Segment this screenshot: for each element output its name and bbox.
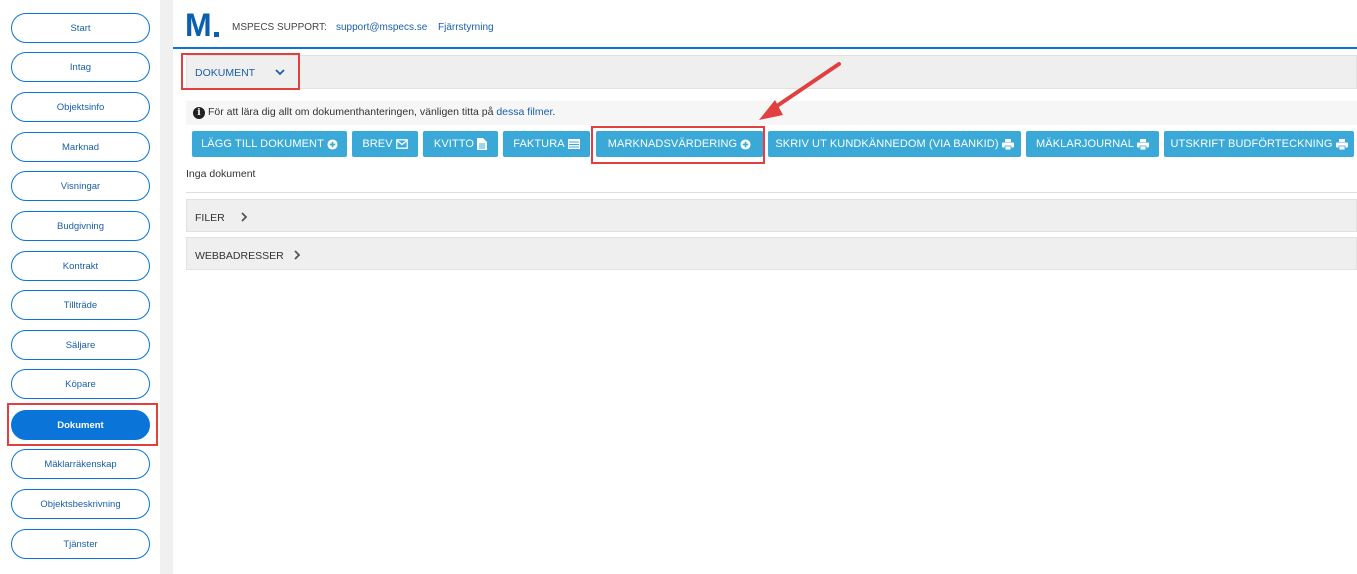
sidebar-item-budgivning[interactable]: Budgivning	[11, 211, 150, 241]
info-end: .	[552, 106, 556, 118]
highlight-box-dokument-nav	[7, 403, 158, 446]
invoice-icon	[567, 139, 580, 149]
support-email-link[interactable]: support@mspecs.se	[336, 22, 427, 33]
print-icon	[1335, 138, 1348, 150]
sidebar-item-intag[interactable]: Intag	[11, 52, 150, 82]
svg-text:M: M	[185, 8, 212, 40]
highlight-box-documents-header	[181, 53, 300, 90]
print-icon	[1001, 138, 1014, 150]
mspecs-logo: M	[184, 8, 222, 40]
sidebar-item-objektsbeskrivning[interactable]: Objektsbeskrivning	[11, 489, 150, 519]
info-video-link[interactable]: dessa filmer	[496, 106, 552, 118]
invoice-label: FAKTURA	[513, 138, 565, 150]
broker-journal-label: MÄKLARJOURNAL	[1036, 138, 1134, 150]
web-addresses-section-header[interactable]: WEBBADRESSER	[186, 237, 1357, 270]
sidebar-item-tjanster[interactable]: Tjänster	[11, 529, 150, 559]
plus-circle-icon	[327, 138, 338, 150]
print-kyc-bankid-button[interactable]: SKRIV UT KUNDKÄNNEDOM (VIA BANKID)	[768, 131, 1021, 157]
add-document-button[interactable]: LÄGG TILL DOKUMENT	[192, 131, 347, 157]
header-divider	[173, 47, 1357, 49]
support-label: MSPECS SUPPORT:	[232, 22, 327, 33]
sidebar-item-kontrakt[interactable]: Kontrakt	[11, 251, 150, 281]
files-section-header[interactable]: FILER	[186, 199, 1357, 232]
sidebar-item-objektsinfo[interactable]: Objektsinfo	[11, 92, 150, 122]
sidebar-item-marknad[interactable]: Marknad	[11, 132, 150, 162]
sidebar-item-saljare[interactable]: Säljare	[11, 330, 150, 360]
documents-section-header[interactable]: DOKUMENT	[186, 55, 1357, 89]
main-content: M MSPECS SUPPORT: support@mspecs.se Fjär…	[173, 0, 1357, 574]
letter-button[interactable]: BREV	[352, 131, 418, 157]
file-icon	[477, 138, 488, 150]
documents-divider	[186, 192, 1357, 193]
sidebar-item-visningar[interactable]: Visningar	[11, 171, 150, 201]
letter-label: BREV	[362, 138, 393, 150]
info-icon: i	[193, 107, 205, 119]
print-bid-list-button[interactable]: UTSKRIFT BUDFÖRTECKNING	[1164, 131, 1354, 157]
files-title: FILER	[195, 212, 225, 224]
receipt-button[interactable]: KVITTO	[423, 131, 498, 157]
invoice-button[interactable]: FAKTURA	[503, 131, 590, 157]
info-message: i För att lära dig allt om dokumenthanter…	[193, 106, 555, 119]
receipt-label: KVITTO	[433, 138, 475, 150]
info-text: För att lära dig allt om dokumenthanteri…	[208, 106, 494, 118]
envelope-icon	[395, 139, 408, 149]
sidebar-item-maklarrakenskap[interactable]: Mäklarräkenskap	[11, 449, 150, 479]
top-bar: M MSPECS SUPPORT: support@mspecs.se Fjär…	[173, 0, 1357, 48]
add-document-label: LÄGG TILL DOKUMENT	[201, 138, 324, 150]
web-addresses-title: WEBBADRESSER	[195, 250, 284, 262]
sidebar-item-tilltrade[interactable]: Tillträde	[11, 290, 150, 320]
chevron-right-icon	[241, 212, 248, 222]
print-kyc-label: SKRIV UT KUNDKÄNNEDOM (VIA BANKID)	[775, 138, 999, 150]
sidebar: Start Intag Objektsinfo Marknad Visninga…	[0, 0, 160, 574]
chevron-right-icon	[294, 250, 301, 260]
broker-journal-button[interactable]: MÄKLARJOURNAL	[1026, 131, 1159, 157]
sidebar-item-start[interactable]: Start	[11, 13, 150, 43]
sidebar-item-kopare[interactable]: Köpare	[11, 369, 150, 399]
print-icon	[1136, 138, 1149, 150]
highlight-box-market-valuation	[591, 126, 765, 164]
remote-control-link[interactable]: Fjärrstyrning	[438, 22, 494, 33]
print-bid-list-label: UTSKRIFT BUDFÖRTECKNING	[1170, 138, 1333, 150]
no-documents-text: Inga dokument	[186, 168, 256, 180]
